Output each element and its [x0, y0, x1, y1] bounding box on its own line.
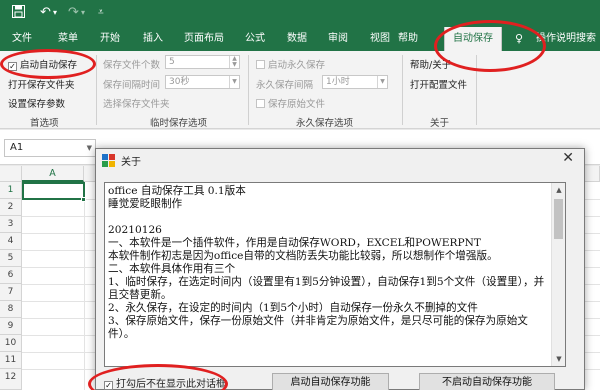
cell-reference: A1 [10, 142, 24, 153]
row-header[interactable]: 5 [0, 250, 22, 267]
about-text: office 自动保存工具 0.1版本 睡觉爱眨眼制作 20210126 一、本… [108, 185, 545, 340]
interval-select[interactable]: 30秒 ▼ [165, 75, 240, 89]
row-header[interactable]: 3 [0, 216, 22, 233]
select-all-corner[interactable] [0, 166, 22, 182]
interval-value: 30秒 [169, 77, 190, 87]
open-save-folder-button[interactable]: 打开保存文件夹 [8, 77, 75, 91]
redo-icon[interactable]: ↷ [68, 5, 79, 21]
redo-dropdown-icon[interactable]: ▾ [81, 5, 85, 21]
tab-view[interactable]: 视图 [370, 27, 390, 51]
enable-permanent-checkbox[interactable]: 启动永久保存 [256, 57, 325, 71]
row-header[interactable]: 8 [0, 301, 22, 318]
annotation-ellipse [434, 20, 546, 72]
group-label-about: 关于 [430, 118, 450, 129]
dialog-title: 关于 [121, 157, 141, 168]
group-label-preferences: 首选项 [30, 118, 59, 129]
save-original-label: 保存原始文件 [268, 99, 326, 110]
tab-menu[interactable]: 菜单 [58, 27, 78, 51]
column-header-a[interactable]: A [22, 166, 84, 182]
enable-permanent-label: 启动永久保存 [268, 60, 326, 71]
row-header[interactable]: 11 [0, 352, 22, 369]
annotation-ellipse [0, 49, 96, 79]
group-divider [248, 55, 249, 125]
chevron-down-icon[interactable]: ▼ [377, 76, 387, 88]
app-icon [102, 154, 115, 167]
grid-line [84, 182, 85, 390]
scroll-down-icon[interactable]: ▼ [552, 352, 565, 366]
row-header[interactable]: 12 [0, 369, 22, 390]
customize-icon[interactable]: ⩡ [98, 5, 104, 21]
save-original-checkbox[interactable]: 保存原始文件 [256, 96, 325, 110]
set-save-params-button[interactable]: 设置保存参数 [8, 96, 65, 110]
undo-icon[interactable]: ↶ [40, 5, 51, 21]
file-count-value: 5 [169, 57, 175, 67]
fill-handle[interactable] [81, 197, 86, 202]
tab-review[interactable]: 审阅 [328, 27, 348, 51]
row-header[interactable]: 10 [0, 335, 22, 352]
name-box[interactable]: A1 ▼ [4, 139, 96, 157]
chevron-down-icon[interactable]: ▼ [87, 140, 92, 156]
perm-interval-select[interactable]: 1小时 ▼ [322, 75, 388, 89]
enable-autosave-button[interactable]: 启动自动保存功能 [272, 373, 389, 390]
group-divider [96, 55, 97, 125]
choose-folder-button[interactable]: 选择保存文件夹 [103, 96, 170, 110]
file-count-input[interactable]: 5 ▲ ▼ [165, 55, 240, 69]
interval-label: 保存间隔时间 [103, 80, 161, 91]
tab-formulas[interactable]: 公式 [245, 27, 265, 51]
tab-page-layout[interactable]: 页面布局 [184, 27, 224, 51]
selected-cell[interactable] [22, 182, 85, 200]
tab-file[interactable]: 文件 [12, 27, 32, 51]
scroll-up-icon[interactable]: ▲ [552, 183, 565, 197]
row-header[interactable]: 2 [0, 199, 22, 216]
vertical-scrollbar[interactable]: ▲ ▼ [551, 183, 565, 366]
row-header[interactable]: 6 [0, 267, 22, 284]
tab-data[interactable]: 数据 [287, 27, 307, 51]
group-label-permanent: 永久保存选项 [296, 118, 354, 129]
row-header[interactable]: 7 [0, 284, 22, 301]
tab-help[interactable]: 帮助 [398, 27, 418, 51]
open-config-button[interactable]: 打开配置文件 [410, 77, 467, 91]
save-icon[interactable] [12, 5, 25, 23]
row-header[interactable]: 9 [0, 318, 22, 335]
chevron-down-icon[interactable]: ▼ [229, 76, 239, 88]
row-header[interactable]: 1 [0, 182, 22, 199]
tab-home[interactable]: 开始 [100, 27, 120, 51]
row-header[interactable]: 4 [0, 233, 22, 250]
group-label-temp: 临时保存选项 [150, 118, 208, 129]
about-text-area[interactable]: office 自动保存工具 0.1版本 睡觉爱眨眼制作 20210126 一、本… [104, 182, 566, 367]
about-dialog: 关于 ✕ office 自动保存工具 0.1版本 睡觉爱眨眼制作 2021012… [95, 148, 585, 390]
tab-insert[interactable]: 插入 [143, 27, 163, 51]
group-divider [402, 55, 403, 125]
checkbox-icon [256, 99, 265, 108]
perm-interval-label: 永久保存间隔 [256, 80, 314, 91]
checkbox-icon [256, 60, 265, 69]
undo-dropdown-icon[interactable]: ▾ [53, 5, 57, 21]
spin-arrows-icon[interactable]: ▲ ▼ [229, 56, 239, 68]
disable-autosave-button[interactable]: 不启动自动保存功能 [419, 373, 555, 390]
perm-interval-value: 1小时 [326, 77, 350, 87]
scroll-thumb[interactable] [554, 199, 563, 239]
close-icon[interactable]: ✕ [562, 150, 574, 166]
file-count-label: 保存文件个数 [103, 60, 161, 71]
